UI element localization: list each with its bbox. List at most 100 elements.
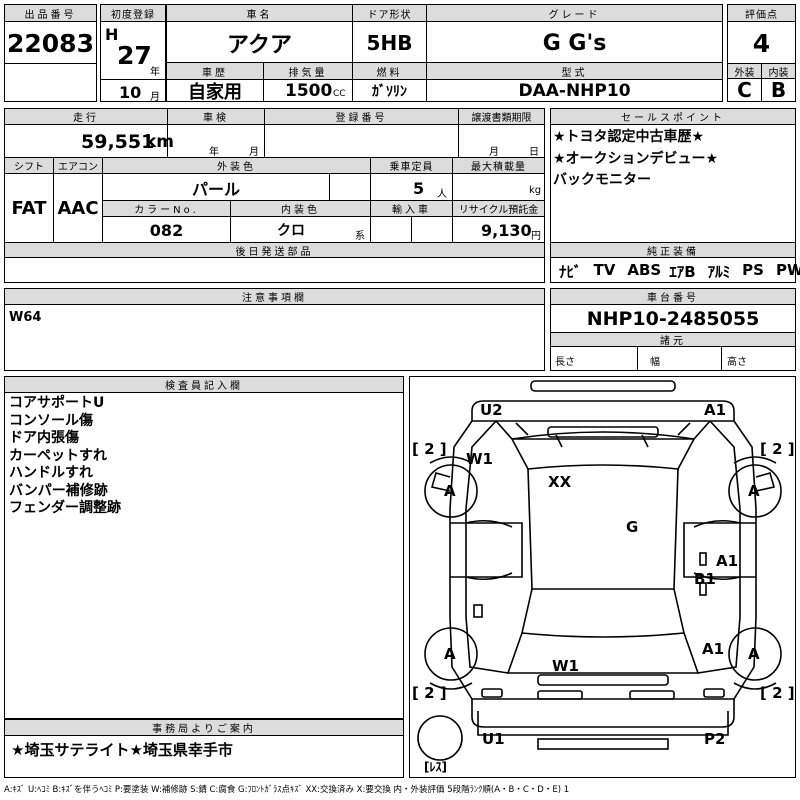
- fuel-label: 燃料: [353, 63, 426, 80]
- damage-p2: P2: [704, 730, 726, 748]
- equipment-list: ﾅﾋﾞ TV ABS ｴｱB ｱﾙﾐ PS PW: [559, 261, 800, 282]
- damage-diagram-box: A A A A [ 2 ] [ 2 ] [ 2 ] [ 2 ] U2 A1 W1…: [409, 376, 796, 778]
- recycle-label: リサイクル預託金: [453, 201, 544, 217]
- equipment-alloy: ｱﾙﾐ: [707, 263, 731, 281]
- fuel: ｶﾞｿﾘﾝ: [372, 83, 407, 100]
- equipment-airbag: ｴｱB: [669, 263, 696, 281]
- inspector-note: カーペットすれ: [9, 447, 107, 464]
- length-label: 長さ: [555, 357, 575, 368]
- lot-number-label: 出品番号: [5, 5, 96, 22]
- inspector-note: ハンドルすれ: [9, 465, 93, 481]
- inspection-month-unit: 月: [249, 147, 259, 158]
- first-registration-year: 27: [117, 41, 152, 70]
- mileage: 59,551: [81, 131, 155, 153]
- damage-b1: B1: [694, 570, 716, 588]
- displacement: 1500: [285, 81, 333, 101]
- spare-tire-label: [ﾚｽ]: [424, 760, 447, 774]
- sales-point-line: ★トヨタ認定中古車歴★: [553, 129, 705, 145]
- transfer-day-unit: 日: [529, 147, 539, 158]
- height-label: 高さ: [727, 357, 747, 368]
- capacity-label: 乗車定員: [371, 158, 452, 174]
- front-bumper-shape: [530, 380, 676, 392]
- notes-text: W64: [9, 310, 42, 325]
- displacement-label: 排気量: [264, 63, 352, 80]
- transfer-month-unit: 月: [489, 147, 499, 158]
- month-unit: 月: [150, 92, 160, 103]
- tire-rear-right: A: [748, 645, 760, 663]
- first-registration-month: 10: [119, 83, 142, 102]
- interior-grade: B: [770, 78, 787, 102]
- damage-w1-front: W1: [466, 450, 493, 468]
- exterior-label: 外装: [728, 64, 761, 79]
- specs-label: 諸元: [551, 333, 795, 347]
- door-label: ドア形状: [353, 5, 426, 22]
- score-label: 評価点: [728, 5, 795, 22]
- exterior-grade: C: [737, 78, 752, 102]
- inspector-note: バンパー補修跡: [9, 482, 108, 499]
- width-label: 幅: [650, 357, 660, 368]
- inspector-note: フェンダー調整跡: [9, 500, 121, 516]
- equipment-abs: ABS: [627, 261, 662, 279]
- year-unit: 年: [150, 67, 160, 78]
- spare-tire-shape: [417, 715, 463, 761]
- inspection-year-unit: 年: [209, 147, 219, 158]
- chassis-number: NHP10-2485055: [586, 308, 760, 330]
- interior-color: クロ: [277, 223, 305, 239]
- max-load-unit: kg: [529, 185, 542, 196]
- equipment-label: 純正装備: [551, 243, 795, 258]
- damage-a1-front: A1: [704, 401, 727, 419]
- interior-color-suffix: 系: [355, 231, 365, 242]
- mileage-label: 走行: [5, 109, 167, 125]
- tread-front-left: [ 2 ]: [412, 440, 447, 458]
- exterior-color: パール: [191, 179, 240, 199]
- reg-number-label: 登録番号: [265, 109, 458, 125]
- auction-sheet: 出品番号 22083 初度登録 H 27 年 10 月 車名 ドア形状 グレード…: [0, 0, 800, 800]
- damage-xx: XX: [548, 473, 572, 491]
- inspector-note: コンソール傷: [9, 412, 93, 429]
- max-load-label: 最大積載量: [453, 158, 544, 174]
- tire-rear-left: A: [444, 645, 456, 663]
- office-text: ★埼玉サテライト★埼玉県幸手市: [11, 741, 233, 759]
- equipment-nav: ﾅﾋﾞ: [559, 263, 582, 281]
- grade-label: グレード: [427, 5, 722, 22]
- color-no-label: カラーNo.: [103, 201, 230, 217]
- damage-u2: U2: [480, 401, 503, 419]
- capacity: 5: [413, 179, 425, 198]
- front-bumper-outline: [471, 400, 735, 422]
- aircon-label: エアコン: [54, 158, 102, 174]
- equipment-tv: TV: [593, 261, 616, 279]
- recycle-fee: 9,130: [481, 221, 532, 240]
- lot-number: 22083: [7, 28, 94, 58]
- chassis-box: 車台番号 NHP10-2485055 諸元 長さ 幅 高さ: [550, 288, 796, 371]
- inspector-box: 検査員記入欄 コアサポートU コンソール傷 ドア内張傷 カーペットすれ ハンドル…: [4, 376, 404, 719]
- capacity-unit: 人: [437, 189, 447, 200]
- recycle-unit: 円: [531, 231, 541, 242]
- car-info-box: 車名 ドア形状 グレード アクア 5HB G G's 車歴 排気量 燃料 型式 …: [166, 4, 723, 103]
- notes-label: 注意事項欄: [5, 289, 544, 305]
- color-number: 082: [149, 220, 184, 240]
- first-registration-box: 初度登録 H 27 年 10 月: [100, 4, 166, 103]
- notes-box: 注意事項欄 W64: [4, 288, 545, 371]
- chassis-label: 車台番号: [551, 289, 795, 305]
- history: 自家用: [188, 81, 242, 103]
- rear-window-outline: [521, 588, 685, 638]
- interior-color-label: 内装色: [231, 201, 370, 217]
- office-label: 事務局よりご案内: [5, 720, 403, 736]
- shift: FAT: [11, 198, 47, 219]
- rear-bumper-outline: [471, 698, 735, 728]
- tread-front-right: [ 2 ]: [760, 440, 795, 458]
- car-name: アクア: [227, 33, 292, 58]
- aircon: AAC: [57, 198, 99, 219]
- sales-point-box: セールスポイント ★トヨタ認定中古車歴★ ★オークションデビュー★ バックモニタ…: [550, 108, 800, 283]
- equipment-ps: PS: [742, 261, 764, 279]
- later-parts-label: 後日発送部品: [5, 243, 544, 258]
- displacement-unit: CC: [333, 89, 346, 99]
- inspector-label: 検査員記入欄: [5, 377, 403, 393]
- details-table: 走行 車検 登録番号 譲渡書類期限 59,551 km 年 月 月 日 シフト …: [4, 108, 545, 283]
- model-label: 型式: [427, 63, 722, 80]
- damage-u1: U1: [482, 730, 505, 748]
- door-type: 5HB: [366, 31, 413, 55]
- shift-label: シフト: [5, 158, 53, 174]
- office-box: 事務局よりご案内 ★埼玉サテライト★埼玉県幸手市: [4, 719, 404, 778]
- transfer-deadline-label: 譲渡書類期限: [459, 109, 544, 125]
